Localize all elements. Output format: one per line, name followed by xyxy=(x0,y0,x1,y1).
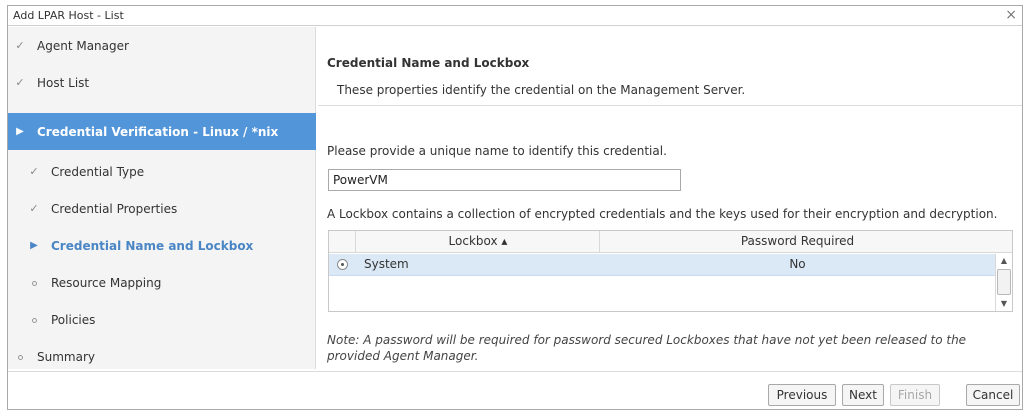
close-icon[interactable]: × xyxy=(1005,7,1017,23)
lockbox-note: Note: A password will be required for pa… xyxy=(327,333,967,363)
grid-scrollbar[interactable]: ▲ ▼ xyxy=(995,254,1012,311)
checkmark-icon: ✓ xyxy=(15,76,25,89)
section-header: Credential Name and Lockbox These proper… xyxy=(318,27,1022,106)
scrollbar-thumb[interactable] xyxy=(997,269,1011,295)
next-button[interactable]: Next xyxy=(842,384,884,406)
grid-header-select xyxy=(329,231,356,253)
previous-button[interactable]: Previous xyxy=(768,384,836,406)
circle-icon xyxy=(27,313,41,326)
nav-step-label: Credential Type xyxy=(51,164,145,179)
nav-step-agent-manager[interactable]: ✓ Agent Manager xyxy=(8,27,316,64)
main-panel: Credential Name and Lockbox These proper… xyxy=(318,27,1022,369)
credential-name-input[interactable] xyxy=(328,169,681,191)
nav-step-label: Credential Properties xyxy=(51,201,178,216)
nav-step-policies[interactable]: Policies xyxy=(8,301,316,338)
nav-step-label: Credential Verification - Linux / *nix xyxy=(37,124,279,139)
nav-step-resource-mapping[interactable]: Resource Mapping xyxy=(8,264,316,301)
nav-step-credential-name-lockbox[interactable]: ▶ Credential Name and Lockbox xyxy=(8,227,316,264)
add-lpar-host-dialog: Add LPAR Host - List × ✓ Agent Manager ✓… xyxy=(7,5,1023,410)
section-description: These properties identify the credential… xyxy=(337,83,746,97)
nav-step-host-list[interactable]: ✓ Host List xyxy=(8,64,316,101)
nav-step-summary[interactable]: Summary xyxy=(8,338,316,375)
lockbox-prompt: A Lockbox contains a collection of encry… xyxy=(327,207,998,221)
nav-step-label: Credential Name and Lockbox xyxy=(51,238,254,253)
nav-step-label: Agent Manager xyxy=(37,38,129,53)
grid-header: Lockbox ▴ Password Required xyxy=(329,231,1012,253)
nav-step-label: Resource Mapping xyxy=(51,275,162,290)
scroll-up-icon[interactable]: ▲ xyxy=(996,254,1012,268)
nav-step-credential-type[interactable]: ✓ Credential Type xyxy=(8,153,316,190)
nav-step-credential-properties[interactable]: ✓ Credential Properties xyxy=(8,190,316,227)
cancel-button[interactable]: Cancel xyxy=(966,384,1020,406)
nav-step-credential-verification[interactable]: ▶ Credential Verification - Linux / *nix xyxy=(8,113,316,150)
circle-icon xyxy=(27,276,41,289)
nav-step-label: Policies xyxy=(51,312,96,327)
cell-password-required: No xyxy=(789,257,806,271)
name-prompt: Please provide a unique name to identify… xyxy=(327,144,667,158)
column-header-lockbox[interactable]: Lockbox ▴ xyxy=(357,231,600,253)
finish-button[interactable]: Finish xyxy=(890,384,940,406)
checkmark-icon: ✓ xyxy=(29,165,39,178)
nav-step-label: Summary xyxy=(37,349,95,364)
scroll-down-icon[interactable]: ▼ xyxy=(996,297,1012,311)
lockbox-grid: Lockbox ▴ Password Required System No ▲ … xyxy=(328,230,1013,312)
dialog-footer: Previous Next Finish Cancel xyxy=(8,371,1022,409)
section-title: Credential Name and Lockbox xyxy=(327,56,530,70)
dialog-titlebar: Add LPAR Host - List × xyxy=(8,6,1022,26)
triangle-right-icon: ▶ xyxy=(16,126,24,137)
cell-lockbox: System xyxy=(364,257,409,271)
dialog-title: Add LPAR Host - List xyxy=(13,9,124,22)
circle-icon xyxy=(13,350,27,363)
column-header-password-required[interactable]: Password Required xyxy=(601,231,994,253)
wizard-steps-nav: ✓ Agent Manager ✓ Host List ▶ Credential… xyxy=(8,27,316,369)
table-row[interactable]: System No xyxy=(329,254,995,276)
nav-step-label: Host List xyxy=(37,75,90,90)
checkmark-icon: ✓ xyxy=(15,39,25,52)
triangle-right-icon: ▶ xyxy=(30,240,38,251)
checkmark-icon: ✓ xyxy=(29,202,39,215)
row-radio-button[interactable] xyxy=(337,259,348,270)
